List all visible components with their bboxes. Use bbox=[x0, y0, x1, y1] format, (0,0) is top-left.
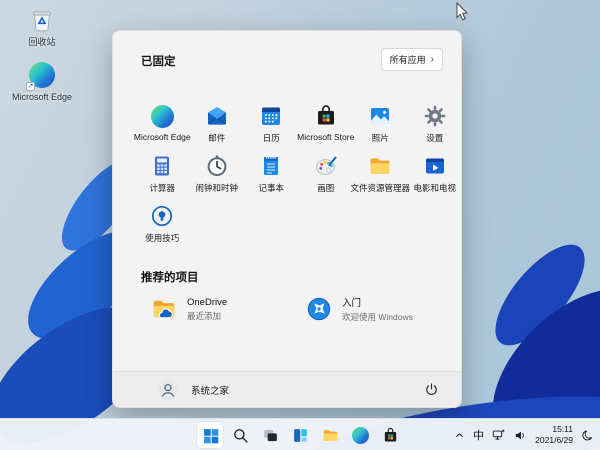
calculator-icon bbox=[150, 154, 174, 178]
pinned-app-microsoft-edge[interactable]: Microsoft Edge bbox=[135, 101, 190, 151]
app-label: 画图 bbox=[317, 182, 334, 194]
search-button[interactable] bbox=[227, 422, 253, 448]
get-started-icon bbox=[306, 296, 332, 322]
app-label: Microsoft Store bbox=[297, 132, 354, 142]
user-avatar[interactable] bbox=[157, 379, 179, 401]
edge-icon bbox=[150, 104, 174, 128]
tray-chevron-up-icon[interactable] bbox=[454, 430, 465, 441]
pinned-app-file-explorer[interactable]: 文件资源管理器 bbox=[353, 151, 408, 201]
recommended-item-text: 入门 欢迎使用 Windows bbox=[342, 295, 413, 323]
app-label: 记事本 bbox=[258, 182, 284, 194]
pinned-app-microsoft-store[interactable]: Microsoft Store bbox=[299, 101, 354, 151]
speaker-icon[interactable] bbox=[514, 429, 527, 442]
alarm-clock-icon bbox=[205, 154, 229, 178]
pinned-app-calculator[interactable]: 计算器 bbox=[135, 151, 190, 201]
user-name[interactable]: 系统之家 bbox=[191, 383, 229, 397]
store-icon bbox=[382, 427, 399, 444]
pinned-app-calendar[interactable]: 日历 bbox=[244, 101, 299, 151]
shortcut-arrow-icon: ↗ bbox=[26, 82, 35, 91]
recommended-item-subtitle: 欢迎使用 Windows bbox=[342, 311, 413, 323]
recommended-item-title: OneDrive bbox=[187, 297, 227, 308]
clock-date: 2021/6/29 bbox=[535, 435, 573, 446]
recommended-section-header: 推荐的项目 bbox=[141, 269, 199, 285]
settings-gear-icon bbox=[423, 104, 447, 128]
photos-icon bbox=[368, 104, 392, 128]
app-label: 设置 bbox=[426, 132, 443, 144]
pinned-app-settings[interactable]: 设置 bbox=[408, 101, 463, 151]
recommended-item-onedrive[interactable]: OneDrive 最近添加 bbox=[137, 291, 292, 327]
movies-tv-icon bbox=[423, 154, 447, 178]
start-button[interactable] bbox=[197, 422, 223, 448]
app-label: 使用技巧 bbox=[145, 232, 179, 244]
all-apps-button[interactable]: 所有应用 › bbox=[381, 48, 443, 71]
paint-icon bbox=[314, 154, 338, 178]
clock-time: 15:11 bbox=[535, 424, 573, 435]
pinned-app-mail[interactable]: 邮件 bbox=[190, 101, 245, 151]
store-taskbar-button[interactable] bbox=[377, 422, 403, 448]
desktop-icon-recycle-bin[interactable]: 回收站 bbox=[10, 6, 74, 47]
widgets-button[interactable] bbox=[287, 422, 313, 448]
pinned-section-header: 已固定 bbox=[141, 53, 176, 69]
recommended-item-title: 入门 bbox=[342, 295, 413, 309]
power-button[interactable] bbox=[419, 378, 443, 402]
desktop-icon-label: 回收站 bbox=[28, 37, 55, 47]
desktop: 回收站 ↗ Microsoft Edge 已固定 所有应用 › Microsof… bbox=[0, 0, 600, 450]
task-view-button[interactable] bbox=[257, 422, 283, 448]
start-menu-user-bar: 系统之家 bbox=[113, 371, 461, 407]
edge-icon bbox=[352, 427, 369, 444]
taskbar-center-buttons bbox=[197, 419, 403, 450]
widgets-icon bbox=[292, 427, 309, 444]
app-label: 邮件 bbox=[208, 132, 225, 144]
onedrive-folder-icon bbox=[151, 296, 177, 322]
ime-indicator[interactable]: 中 bbox=[473, 427, 484, 443]
recommended-item-get-started[interactable]: 入门 欢迎使用 Windows bbox=[292, 291, 447, 327]
app-label: 计算器 bbox=[149, 182, 175, 194]
mail-icon bbox=[205, 104, 229, 128]
search-icon bbox=[232, 427, 249, 444]
taskbar-clock[interactable]: 15:11 2021/6/29 bbox=[535, 424, 573, 446]
all-apps-label: 所有应用 bbox=[390, 53, 426, 66]
pinned-app-tips[interactable]: 使用技巧 bbox=[135, 201, 190, 251]
file-explorer-button[interactable] bbox=[317, 422, 343, 448]
network-ethernet-icon[interactable] bbox=[492, 428, 506, 442]
pinned-app-grid: Microsoft Edge 邮件 日历 Microsoft Store bbox=[135, 101, 462, 251]
recommended-item-subtitle: 最近添加 bbox=[187, 310, 227, 322]
folder-icon bbox=[368, 154, 392, 178]
notepad-icon bbox=[259, 154, 283, 178]
start-menu: 已固定 所有应用 › Microsoft Edge 邮件 日历 bbox=[112, 30, 462, 408]
store-icon bbox=[314, 104, 338, 128]
windows-logo-icon bbox=[202, 427, 219, 444]
app-label: 电影和电视 bbox=[413, 182, 456, 194]
pinned-app-photos[interactable]: 照片 bbox=[353, 101, 408, 151]
app-label: 日历 bbox=[263, 132, 280, 144]
tips-bulb-icon bbox=[150, 204, 174, 228]
task-view-icon bbox=[262, 427, 279, 444]
pinned-app-alarms-clock[interactable]: 闹钟和时钟 bbox=[190, 151, 245, 201]
moon-focus-icon[interactable] bbox=[581, 429, 594, 442]
pinned-app-movies-tv[interactable]: 电影和电视 bbox=[408, 151, 463, 201]
pinned-app-paint[interactable]: 画图 bbox=[299, 151, 354, 201]
desktop-icon-edge[interactable]: ↗ Microsoft Edge bbox=[10, 61, 74, 102]
app-label: 照片 bbox=[372, 132, 389, 144]
app-label: 闹钟和时钟 bbox=[195, 182, 238, 194]
app-label: Microsoft Edge bbox=[134, 132, 191, 142]
recycle-bin-icon bbox=[28, 6, 56, 34]
taskbar: 中 15:11 2021/6/29 bbox=[0, 418, 600, 450]
calendar-icon bbox=[259, 104, 283, 128]
recommended-list: OneDrive 最近添加 入门 欢迎使用 Windows bbox=[137, 291, 447, 327]
app-label: 文件资源管理器 bbox=[351, 182, 411, 194]
desktop-icon-list: 回收站 ↗ Microsoft Edge bbox=[10, 6, 74, 103]
chevron-right-icon: › bbox=[431, 55, 434, 65]
pinned-app-notepad[interactable]: 记事本 bbox=[244, 151, 299, 201]
folder-icon bbox=[322, 427, 339, 444]
system-tray: 中 15:11 2021/6/29 bbox=[454, 419, 594, 450]
desktop-icon-label: Microsoft Edge bbox=[12, 92, 72, 102]
recommended-item-text: OneDrive 最近添加 bbox=[187, 297, 227, 322]
edge-taskbar-button[interactable] bbox=[347, 422, 373, 448]
edge-icon: ↗ bbox=[28, 61, 56, 89]
